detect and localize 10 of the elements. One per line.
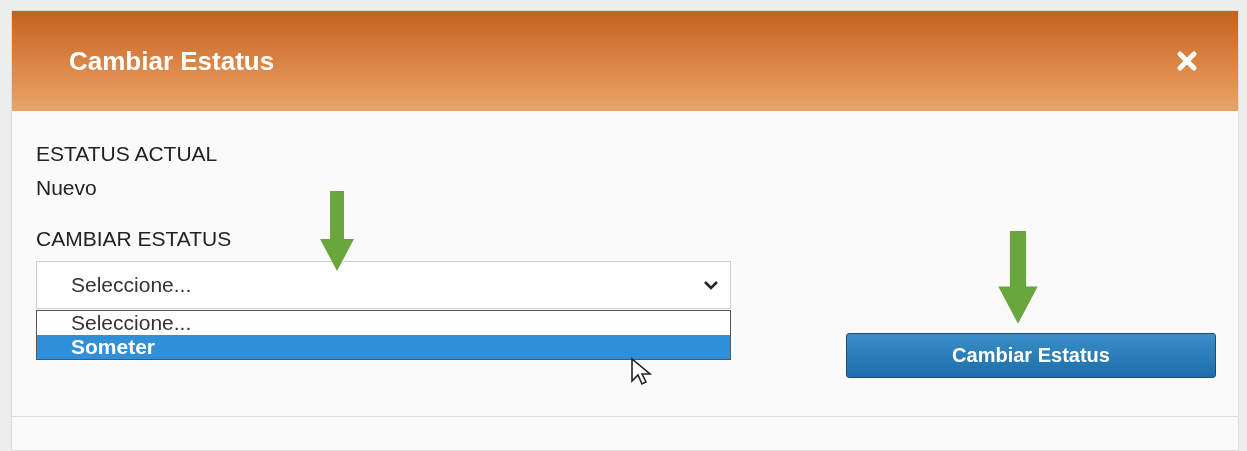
modal-title: Cambiar Estatus	[69, 45, 275, 77]
dropdown-option[interactable]: Seleccione...	[37, 311, 730, 335]
change-status-button[interactable]: Cambiar Estatus	[846, 333, 1216, 378]
select-value: Seleccione...	[71, 273, 192, 297]
current-status-value: Nuevo	[36, 176, 98, 200]
field-label: CAMBIAR ESTATUS	[36, 227, 233, 251]
field-label: ESTATUS ACTUAL	[36, 142, 219, 166]
close-icon[interactable]	[1176, 50, 1198, 72]
status-select[interactable]: Seleccione...	[36, 261, 731, 309]
chevron-icon	[704, 280, 718, 290]
